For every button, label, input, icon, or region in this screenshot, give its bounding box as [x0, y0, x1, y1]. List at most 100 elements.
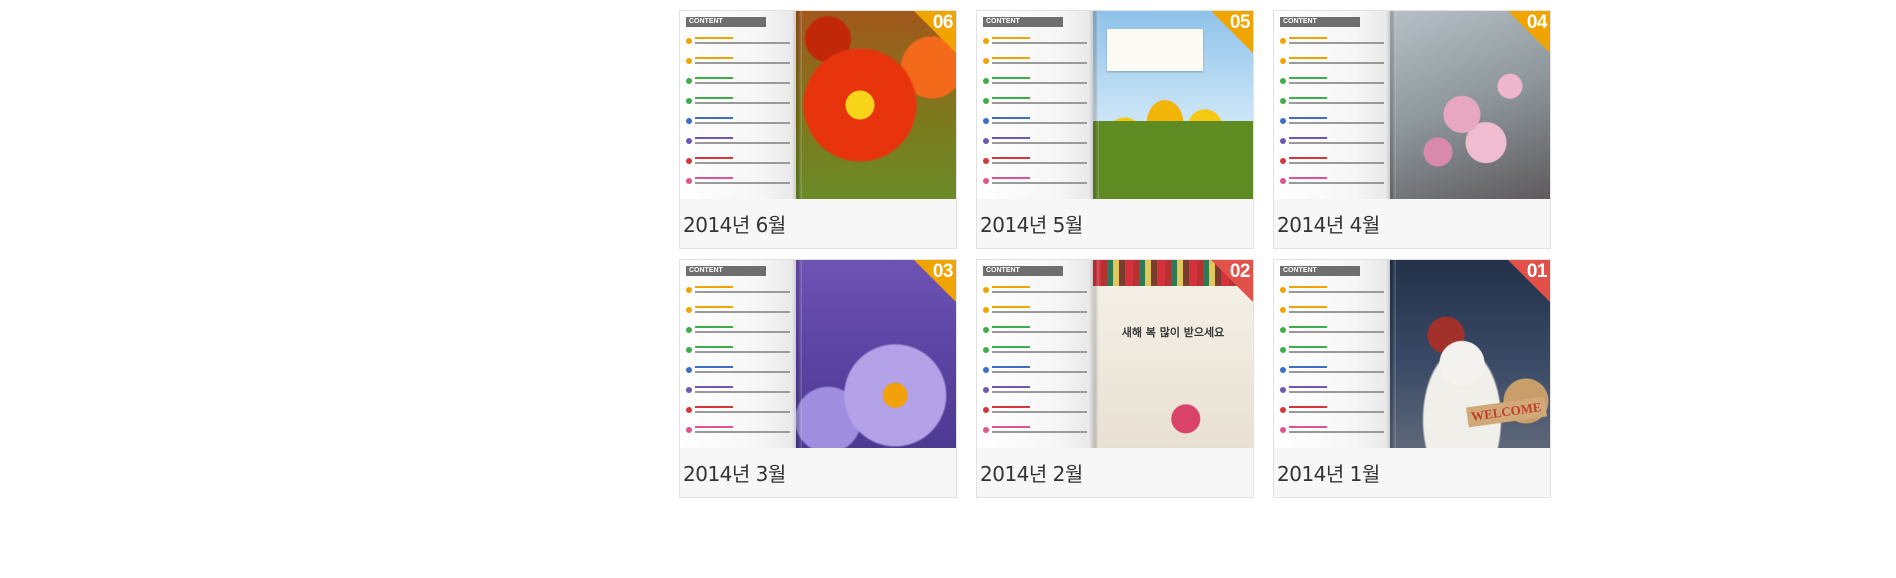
- toc-list: [686, 286, 790, 436]
- toc-header: CONTENT: [1280, 17, 1360, 27]
- toc-item: [1280, 386, 1384, 396]
- cover-thumbnail[interactable]: CONTENT WELCOME 01: [1274, 260, 1550, 448]
- toc-header: CONTENT: [686, 266, 766, 276]
- toc-item: [686, 117, 790, 127]
- toc-item: [686, 77, 790, 87]
- toc-bullet-icon: [983, 38, 989, 44]
- cover-thumbnail[interactable]: CONTENT 04: [1274, 11, 1550, 199]
- issue-number: 02: [1229, 261, 1251, 282]
- issue-number: 03: [932, 261, 954, 282]
- toc-text-lines: [695, 137, 790, 147]
- toc-text-lines: [695, 326, 790, 336]
- toc-item: [1280, 57, 1384, 67]
- toc-item: [686, 157, 790, 167]
- newsletter-card-2014-05[interactable]: CONTENT 05 2014년 5월: [976, 10, 1254, 249]
- toc-header: CONTENT: [983, 17, 1063, 27]
- toc-text-lines: [992, 97, 1087, 107]
- toc-bullet-icon: [1280, 307, 1286, 313]
- toc-item: [983, 57, 1087, 67]
- toc-text-lines: [992, 117, 1087, 127]
- toc-panel: CONTENT: [1274, 11, 1390, 199]
- toc-item: [983, 306, 1087, 316]
- book-spine: [1386, 11, 1396, 199]
- toc-header: CONTENT: [1280, 266, 1360, 276]
- toc-item: [1280, 137, 1384, 147]
- book-spine: [1089, 11, 1099, 199]
- toc-text-lines: [1289, 97, 1384, 107]
- toc-bullet-icon: [1280, 98, 1286, 104]
- newsletter-card-2014-03[interactable]: CONTENT 03 2014년 3월: [679, 259, 957, 498]
- toc-text-lines: [695, 77, 790, 87]
- toc-item: [686, 57, 790, 67]
- card-title[interactable]: 2014년 4월: [1274, 199, 1550, 248]
- toc-list: [1280, 286, 1384, 436]
- book-spine: [792, 11, 802, 199]
- toc-text-lines: [1289, 117, 1384, 127]
- toc-item: [686, 426, 790, 436]
- toc-item: [1280, 406, 1384, 416]
- card-title[interactable]: 2014년 2월: [977, 448, 1253, 497]
- toc-text-lines: [695, 346, 790, 356]
- cover-heading-text: 새해 복 많이 받으세요: [1121, 326, 1225, 339]
- toc-item: [686, 386, 790, 396]
- toc-item: [983, 326, 1087, 336]
- toc-item: [983, 117, 1087, 127]
- toc-bullet-icon: [686, 387, 692, 393]
- cover-photo: 새해 복 많이 받으세요 02: [1093, 260, 1253, 448]
- cover-thumbnail[interactable]: CONTENT 05: [977, 11, 1253, 199]
- cover-thumbnail[interactable]: CONTENT 06: [680, 11, 956, 199]
- cover-heading: 새해 복 많이 받으세요: [1093, 324, 1253, 340]
- toc-bullet-icon: [983, 327, 989, 333]
- cover-photo: WELCOME 01: [1390, 260, 1550, 448]
- toc-bullet-icon: [1280, 118, 1286, 124]
- card-title[interactable]: 2014년 5월: [977, 199, 1253, 248]
- toc-list: [686, 37, 790, 187]
- newsletter-card-2014-06[interactable]: CONTENT 06 2014년 6월: [679, 10, 957, 249]
- toc-text-lines: [992, 366, 1087, 376]
- toc-bullet-icon: [686, 118, 692, 124]
- toc-item: [983, 97, 1087, 107]
- toc-item: [1280, 117, 1384, 127]
- card-title[interactable]: 2014년 3월: [680, 448, 956, 497]
- toc-bullet-icon: [983, 287, 989, 293]
- toc-item: [686, 306, 790, 316]
- toc-bullet-icon: [686, 178, 692, 184]
- newsletter-card-2014-01[interactable]: CONTENT WELCOME 01 2014년 1월: [1273, 259, 1551, 498]
- toc-bullet-icon: [1280, 367, 1286, 373]
- toc-text-lines: [992, 326, 1087, 336]
- newsletter-card-2014-02[interactable]: CONTENT 새해 복 많이 받으세요 02 2014년 2월: [976, 259, 1254, 498]
- toc-item: [1280, 426, 1384, 436]
- toc-bullet-icon: [1280, 158, 1286, 164]
- cover-thumbnail[interactable]: CONTENT 03: [680, 260, 956, 448]
- toc-bullet-icon: [983, 118, 989, 124]
- toc-item: [1280, 366, 1384, 376]
- toc-panel: CONTENT: [977, 260, 1093, 448]
- toc-bullet-icon: [983, 387, 989, 393]
- book-spine: [792, 260, 802, 448]
- toc-item: [686, 286, 790, 296]
- toc-item: [1280, 286, 1384, 296]
- toc-text-lines: [992, 57, 1087, 67]
- newsletter-grid: CONTENT 06 2014년 6월 CONTENT 05 2014년 5월 …: [679, 10, 1551, 498]
- card-title[interactable]: 2014년 1월: [1274, 448, 1550, 497]
- toc-item: [983, 386, 1087, 396]
- toc-item: [686, 177, 790, 187]
- toc-bullet-icon: [686, 407, 692, 413]
- toc-text-lines: [695, 177, 790, 187]
- issue-number: 01: [1526, 261, 1548, 282]
- toc-bullet-icon: [1280, 38, 1286, 44]
- toc-bullet-icon: [983, 427, 989, 433]
- cover-thumbnail[interactable]: CONTENT 새해 복 많이 받으세요 02: [977, 260, 1253, 448]
- toc-item: [983, 77, 1087, 87]
- toc-item: [1280, 177, 1384, 187]
- toc-bullet-icon: [983, 138, 989, 144]
- toc-bullet-icon: [686, 307, 692, 313]
- toc-bullet-icon: [983, 367, 989, 373]
- newsletter-card-2014-04[interactable]: CONTENT 04 2014년 4월: [1273, 10, 1551, 249]
- toc-text-lines: [992, 157, 1087, 167]
- card-title[interactable]: 2014년 6월: [680, 199, 956, 248]
- toc-text-lines: [1289, 77, 1384, 87]
- toc-text-lines: [695, 426, 790, 436]
- cover-photo: 05: [1093, 11, 1253, 199]
- toc-text-lines: [1289, 406, 1384, 416]
